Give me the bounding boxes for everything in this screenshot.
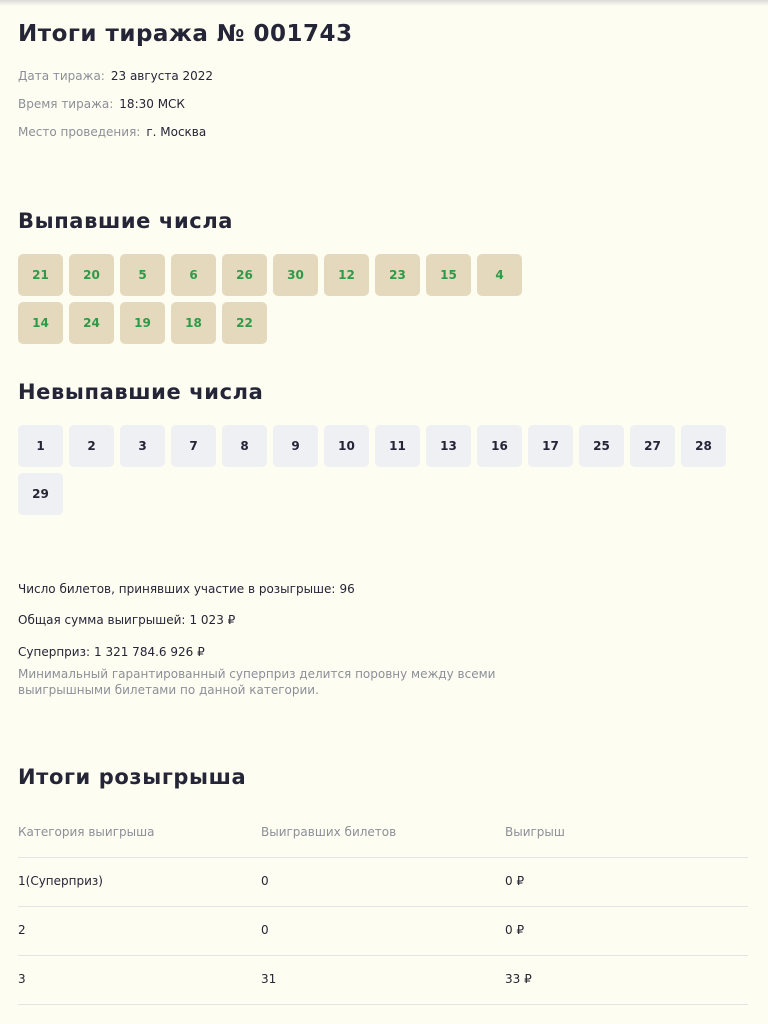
drawn-number-ball: 21: [18, 254, 63, 296]
result-category-cell: 3: [18, 972, 26, 986]
tickets-count: Число билетов, принявших участие в розыг…: [18, 582, 355, 596]
undrawn-number-ball: 13: [426, 425, 471, 467]
result-winners-cell: 31: [261, 972, 277, 986]
drawn-number-ball: 15: [426, 254, 471, 296]
drawn-number-ball: 4: [477, 254, 522, 296]
draw-place-label: Место проведения:: [18, 125, 141, 139]
undrawn-number-ball: 8: [222, 425, 267, 467]
undrawn-number-ball: 28: [681, 425, 726, 467]
undrawn-number-ball: 11: [375, 425, 420, 467]
drawn-number-ball: 12: [324, 254, 369, 296]
undrawn-number-ball: 1: [18, 425, 63, 467]
undrawn-number-ball: 27: [630, 425, 675, 467]
header-divider: [18, 857, 748, 858]
undrawn-number-ball: 2: [69, 425, 114, 467]
column-header-winners: Выигравших билетов: [261, 825, 397, 839]
top-shadow: [0, 0, 768, 6]
drawn-number-ball: 20: [69, 254, 114, 296]
draw-place: Место проведения: г. Москва: [18, 125, 206, 139]
drawn-number-ball: 5: [120, 254, 165, 296]
draw-place-value: г. Москва: [146, 125, 207, 139]
column-header-prize: Выигрыш: [505, 825, 565, 839]
draw-time-value: 18:30 МСК: [119, 97, 185, 111]
drawn-number-ball: 6: [171, 254, 216, 296]
draw-date-label: Дата тиража:: [18, 69, 105, 83]
result-category-cell: 2: [18, 923, 26, 937]
drawn-number-ball: 23: [375, 254, 420, 296]
drawn-number-ball: 26: [222, 254, 267, 296]
undrawn-number-ball: 17: [528, 425, 573, 467]
superprize-value: 1 321 784.6 926 ₽: [94, 645, 205, 659]
page-title: Итоги тиража № 001743: [18, 21, 353, 47]
undrawn-number-ball: 16: [477, 425, 522, 467]
result-winners-cell: 0: [261, 874, 269, 888]
undrawn-number-ball: 3: [120, 425, 165, 467]
result-prize-cell: 0 ₽: [505, 874, 525, 888]
column-header-category: Категория выигрыша: [18, 825, 155, 839]
total-winnings-value: 1 023 ₽: [189, 613, 236, 627]
undrawn-numbers-title: Невыпавшие числа: [18, 380, 264, 404]
undrawn-number-ball: 10: [324, 425, 369, 467]
result-category-cell: 1(Суперприз): [18, 874, 103, 888]
result-prize-cell: 33 ₽: [505, 972, 532, 986]
drawn-number-ball: 30: [273, 254, 318, 296]
tickets-count-label: Число билетов, принявших участие в розыг…: [18, 582, 336, 596]
drawn-numbers-title: Выпавшие числа: [18, 209, 234, 233]
draw-time: Время тиража: 18:30 МСК: [18, 97, 185, 111]
draw-time-label: Время тиража:: [18, 97, 114, 111]
drawn-number-ball: 14: [18, 301, 63, 344]
row-divider: [18, 906, 748, 907]
tickets-count-value: 96: [339, 582, 355, 596]
superprize-label: Суперприз:: [18, 645, 91, 659]
undrawn-number-ball: 25: [579, 425, 624, 467]
superprize-note: Минимальный гарантированный суперприз де…: [18, 667, 496, 697]
drawn-number-ball: 18: [171, 301, 216, 344]
undrawn-number-ball: 9: [273, 425, 318, 467]
superprize: Суперприз: 1 321 784.6 926 ₽: [18, 645, 205, 659]
total-winnings: Общая сумма выигрышей: 1 023 ₽: [18, 613, 235, 627]
result-prize-cell: 0 ₽: [505, 923, 525, 937]
draw-date: Дата тиража: 23 августа 2022: [18, 69, 213, 83]
total-winnings-label: Общая сумма выигрышей:: [18, 613, 186, 627]
drawn-number-ball: 24: [69, 301, 114, 344]
row-divider: [18, 955, 748, 956]
undrawn-number-ball: 29: [18, 472, 63, 515]
drawn-number-ball: 19: [120, 301, 165, 344]
result-winners-cell: 0: [261, 923, 269, 937]
undrawn-number-ball: 7: [171, 425, 216, 467]
drawn-number-ball: 22: [222, 301, 267, 344]
row-divider: [18, 1004, 748, 1005]
results-title: Итоги розыгрыша: [18, 765, 247, 789]
draw-date-value: 23 августа 2022: [110, 69, 214, 83]
